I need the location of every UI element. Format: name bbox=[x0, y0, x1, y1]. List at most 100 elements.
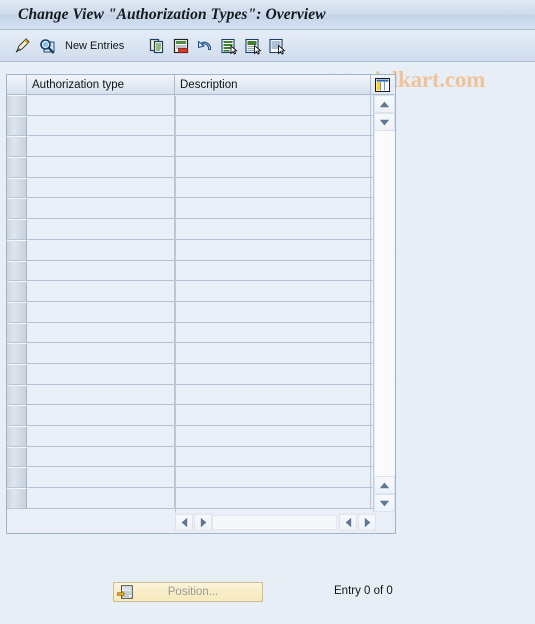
table-settings-icon[interactable] bbox=[371, 75, 394, 95]
copy-document-icon[interactable] bbox=[146, 35, 168, 57]
row-selector-cell[interactable] bbox=[7, 177, 27, 199]
cell-authorization-type[interactable] bbox=[27, 488, 175, 509]
cell-description[interactable] bbox=[175, 384, 371, 406]
row-selector-cell[interactable] bbox=[7, 488, 27, 509]
cell-description[interactable] bbox=[175, 219, 371, 240]
table-row[interactable] bbox=[7, 136, 395, 158]
row-selector-cell[interactable] bbox=[7, 260, 27, 282]
scroll-up-button[interactable] bbox=[374, 95, 395, 113]
row-selector-cell[interactable] bbox=[7, 426, 27, 447]
table-row[interactable] bbox=[7, 115, 395, 137]
row-selector-cell[interactable] bbox=[7, 405, 27, 426]
select-all-icon[interactable] bbox=[218, 35, 240, 57]
scroll-page-down-button[interactable] bbox=[374, 494, 395, 512]
cell-authorization-type[interactable] bbox=[27, 426, 175, 447]
table-row[interactable] bbox=[7, 219, 395, 240]
cell-description[interactable] bbox=[175, 301, 371, 323]
table-row[interactable] bbox=[7, 260, 395, 282]
cell-authorization-type[interactable] bbox=[27, 198, 175, 220]
row-selector-cell[interactable] bbox=[7, 198, 27, 220]
table-row[interactable] bbox=[7, 488, 395, 509]
table-row[interactable] bbox=[7, 157, 395, 178]
cell-authorization-type[interactable] bbox=[27, 446, 175, 468]
table-row[interactable] bbox=[7, 177, 395, 199]
table-row[interactable] bbox=[7, 446, 395, 468]
cell-description[interactable] bbox=[175, 488, 371, 509]
select-block-icon[interactable] bbox=[266, 35, 288, 57]
row-selector-cell[interactable] bbox=[7, 384, 27, 406]
cell-authorization-type[interactable] bbox=[27, 322, 175, 344]
cell-authorization-type[interactable] bbox=[27, 177, 175, 199]
vertical-scroll-track[interactable] bbox=[374, 131, 395, 476]
row-selector-cell[interactable] bbox=[7, 115, 27, 137]
cell-authorization-type[interactable] bbox=[27, 136, 175, 158]
row-selector-cell[interactable] bbox=[7, 219, 27, 240]
undo-arrow-icon[interactable] bbox=[194, 35, 216, 57]
table-row[interactable] bbox=[7, 363, 395, 385]
cell-authorization-type[interactable] bbox=[27, 157, 175, 178]
cell-authorization-type[interactable] bbox=[27, 405, 175, 426]
cell-authorization-type[interactable] bbox=[27, 95, 175, 116]
row-selector-cell[interactable] bbox=[7, 446, 27, 468]
column-header-authorization-type[interactable]: Authorization type bbox=[27, 75, 175, 95]
row-selector-cell[interactable] bbox=[7, 343, 27, 364]
cell-description[interactable] bbox=[175, 260, 371, 282]
cell-description[interactable] bbox=[175, 446, 371, 468]
cell-authorization-type[interactable] bbox=[27, 343, 175, 364]
hscroll-left-button[interactable] bbox=[175, 514, 193, 531]
row-selector-cell[interactable] bbox=[7, 467, 27, 489]
new-entries-button[interactable]: New Entries bbox=[62, 35, 127, 57]
row-selector-cell[interactable] bbox=[7, 136, 27, 158]
hscroll-page-left-button[interactable] bbox=[339, 514, 357, 531]
hscroll-right-button[interactable] bbox=[194, 514, 212, 531]
cell-description[interactable] bbox=[175, 363, 371, 385]
cell-authorization-type[interactable] bbox=[27, 281, 175, 302]
cell-description[interactable] bbox=[175, 405, 371, 426]
delete-entry-icon[interactable] bbox=[170, 35, 192, 57]
row-selector-cell[interactable] bbox=[7, 322, 27, 344]
deselect-all-icon[interactable] bbox=[242, 35, 264, 57]
cell-authorization-type[interactable] bbox=[27, 384, 175, 406]
row-selector-cell[interactable] bbox=[7, 95, 27, 116]
cell-description[interactable] bbox=[175, 95, 371, 116]
table-row[interactable] bbox=[7, 384, 395, 406]
scroll-down-button[interactable] bbox=[374, 113, 395, 131]
table-row[interactable] bbox=[7, 426, 395, 447]
display-change-icon[interactable] bbox=[12, 35, 34, 57]
cell-description[interactable] bbox=[175, 322, 371, 344]
table-row[interactable] bbox=[7, 322, 395, 344]
table-row[interactable] bbox=[7, 343, 395, 364]
cell-authorization-type[interactable] bbox=[27, 219, 175, 240]
cell-description[interactable] bbox=[175, 115, 371, 137]
cell-authorization-type[interactable] bbox=[27, 301, 175, 323]
cell-description[interactable] bbox=[175, 136, 371, 158]
cell-description[interactable] bbox=[175, 281, 371, 302]
row-selector-cell[interactable] bbox=[7, 239, 27, 261]
row-selector-cell[interactable] bbox=[7, 363, 27, 385]
cell-description[interactable] bbox=[175, 426, 371, 447]
position-button[interactable]: Position... bbox=[113, 582, 263, 602]
column-header-description[interactable]: Description bbox=[175, 75, 371, 95]
table-row[interactable] bbox=[7, 467, 395, 489]
vertical-scrollbar[interactable] bbox=[373, 95, 395, 512]
cell-authorization-type[interactable] bbox=[27, 239, 175, 261]
cell-description[interactable] bbox=[175, 177, 371, 199]
cell-authorization-type[interactable] bbox=[27, 467, 175, 489]
row-selector-cell[interactable] bbox=[7, 301, 27, 323]
table-row[interactable] bbox=[7, 405, 395, 426]
cell-authorization-type[interactable] bbox=[27, 260, 175, 282]
check-entries-icon[interactable] bbox=[36, 35, 58, 57]
horizontal-scrollbar[interactable] bbox=[7, 96, 395, 533]
table-row[interactable] bbox=[7, 281, 395, 302]
scroll-page-up-button[interactable] bbox=[374, 476, 395, 494]
table-row[interactable] bbox=[7, 239, 395, 261]
cell-authorization-type[interactable] bbox=[27, 363, 175, 385]
table-row[interactable] bbox=[7, 301, 395, 323]
horizontal-scroll-track[interactable] bbox=[212, 515, 337, 530]
cell-description[interactable] bbox=[175, 157, 371, 178]
cell-description[interactable] bbox=[175, 239, 371, 261]
table-row[interactable] bbox=[7, 95, 395, 116]
cell-description[interactable] bbox=[175, 343, 371, 364]
table-row[interactable] bbox=[7, 198, 395, 220]
cell-description[interactable] bbox=[175, 198, 371, 220]
